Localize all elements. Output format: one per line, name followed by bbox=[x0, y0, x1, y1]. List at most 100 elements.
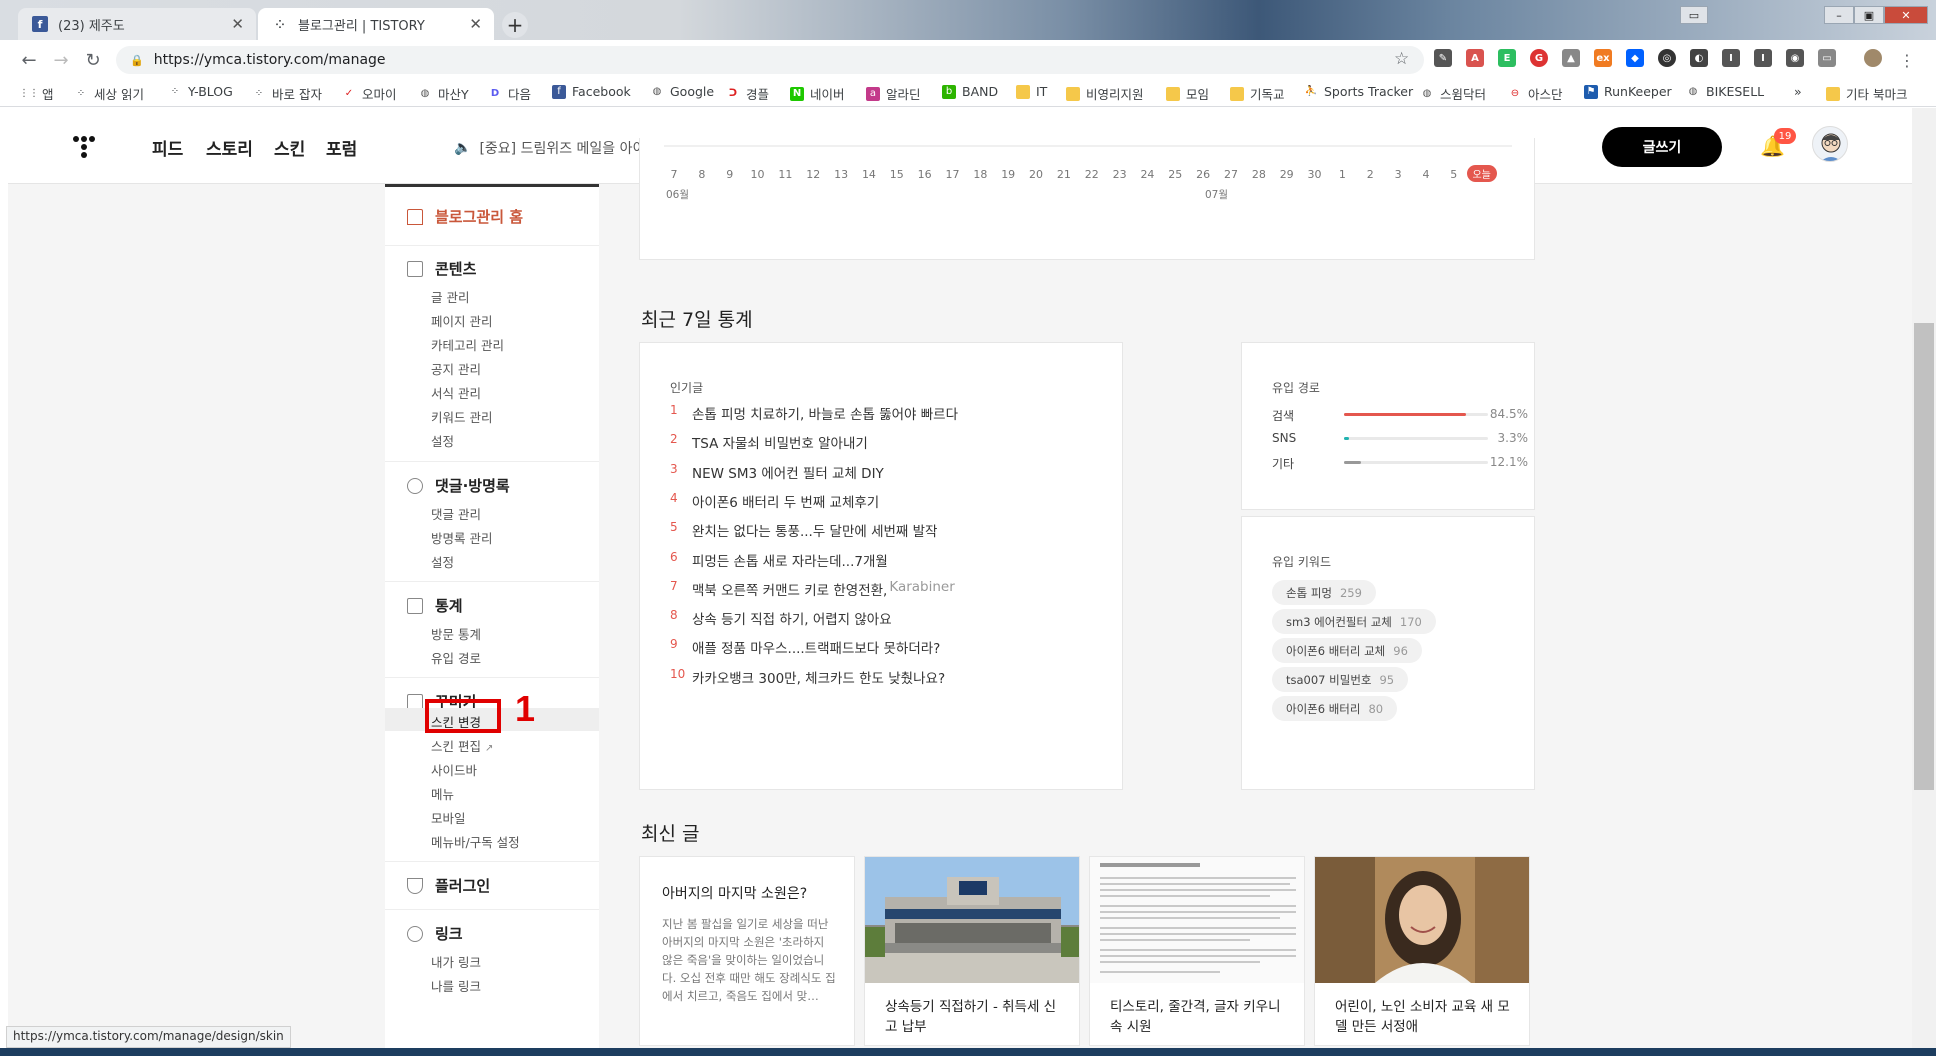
bookmark-item[interactable]: ◍ Google bbox=[650, 84, 714, 99]
close-tab-icon[interactable]: ✕ bbox=[469, 15, 482, 33]
bookmark-folder[interactable]: 기독교 bbox=[1230, 84, 1285, 103]
popular-post-row[interactable]: 4 아이폰6 배터리 두 번째 교체후기 bbox=[670, 491, 879, 511]
forward-icon[interactable]: → bbox=[50, 49, 72, 71]
dropbox-icon[interactable]: ◆ bbox=[1626, 49, 1644, 67]
sidebar-group-stats[interactable]: 통계 bbox=[407, 595, 463, 616]
back-icon[interactable]: ← bbox=[18, 49, 40, 71]
bookmark-item[interactable]: N 네이버 bbox=[790, 84, 845, 103]
keyword-chip[interactable]: 손톱 피멍 259 bbox=[1272, 580, 1376, 605]
sidebar-item-posts[interactable]: 글 관리 bbox=[431, 287, 469, 306]
sidebar-item-templates[interactable]: 서식 관리 bbox=[431, 383, 481, 402]
bookmark-item[interactable]: ᑐ 경플 bbox=[726, 84, 769, 103]
bookmarks-overflow-button[interactable]: » bbox=[1794, 84, 1802, 99]
bookmark-item[interactable]: ⚑ RunKeeper bbox=[1584, 84, 1672, 99]
write-post-button[interactable]: 글쓰기 bbox=[1602, 127, 1722, 167]
extension-icon[interactable]: ▲ bbox=[1562, 49, 1580, 67]
bookmark-item[interactable]: a 알라딘 bbox=[866, 84, 921, 103]
bookmark-folder[interactable]: 비영리지원 bbox=[1066, 84, 1144, 103]
sidebar-group-plugins[interactable]: 플러그인 bbox=[407, 875, 490, 896]
bookmark-item[interactable]: ⁘ Y-BLOG bbox=[168, 84, 233, 99]
popular-post-row[interactable]: 7 맥북 오른쪽 커맨드 키로 한영전환, Karabiner bbox=[670, 579, 955, 599]
sidebar-item-menu[interactable]: 메뉴 bbox=[431, 784, 454, 803]
sidebar-group-links[interactable]: 링크 bbox=[407, 923, 463, 944]
close-window-button[interactable]: ✕ bbox=[1884, 6, 1928, 24]
sidebar-home[interactable]: 블로그관리 홈 bbox=[407, 206, 523, 227]
bookmark-item[interactable]: f Facebook bbox=[552, 84, 631, 99]
url-field[interactable]: 🔒 https://ymca.tistory.com/manage bbox=[116, 46, 1424, 74]
bookmark-item[interactable]: ◍ BIKESELL bbox=[1686, 84, 1765, 99]
popular-post-row[interactable]: 1 손톱 피멍 치료하기, 바늘로 손톱 뚫어야 빠르다 bbox=[670, 403, 958, 423]
popular-post-row[interactable]: 5 완치는 없다는 통풍...두 달만에 세번째 발작 bbox=[670, 520, 937, 540]
bookmark-item[interactable]: ◍ 마산Y bbox=[418, 84, 469, 103]
popular-post-row[interactable]: 3 NEW SM3 에어컨 필터 교체 DIY bbox=[670, 462, 884, 482]
reload-icon[interactable]: ↻ bbox=[82, 49, 104, 71]
bookmark-item[interactable]: ⊖ 아스단 bbox=[1508, 84, 1563, 103]
keyword-chip[interactable]: sm3 에어컨필터 교체 170 bbox=[1272, 609, 1436, 634]
bookmark-folder[interactable]: 모임 bbox=[1166, 84, 1209, 103]
latest-post-card[interactable]: 티스토리, 줄간격, 글자 키우니 속 시원 bbox=[1089, 856, 1305, 1046]
tistory-logo-icon[interactable] bbox=[72, 135, 96, 161]
bookmark-apps[interactable]: ⋮⋮ 앱 bbox=[19, 84, 54, 103]
extension-icon[interactable]: ▭ bbox=[1818, 49, 1836, 67]
sidebar-item-comments[interactable]: 댓글 관리 bbox=[431, 504, 481, 523]
bookmark-folder[interactable]: IT bbox=[1016, 84, 1047, 99]
nav-forum[interactable]: 포럼 bbox=[326, 135, 357, 160]
sidebar-group-contents[interactable]: 콘텐츠 bbox=[407, 258, 476, 279]
menu-dots-icon[interactable]: ⋮ bbox=[1896, 49, 1918, 71]
extension-icon[interactable]: I bbox=[1754, 49, 1772, 67]
latest-post-card[interactable]: 상속등기 직접하기 - 취득세 신고 납부 bbox=[864, 856, 1080, 1046]
sidebar-item-mobile[interactable]: 모바일 bbox=[431, 808, 466, 827]
bookmark-item[interactable]: ⁘ 세상 읽기 bbox=[74, 84, 144, 103]
latest-post-card[interactable]: 어린이, 노인 소비자 교육 새 모델 만든 서정애 bbox=[1314, 856, 1530, 1046]
maximize-button[interactable]: ▣ bbox=[1854, 6, 1884, 24]
popular-post-row[interactable]: 2 TSA 자물쇠 비밀번호 알아내기 bbox=[670, 432, 868, 452]
sidebar-item-pages[interactable]: 페이지 관리 bbox=[431, 311, 492, 330]
extension-icon[interactable]: G bbox=[1530, 49, 1548, 67]
sidebar-item-comment-settings[interactable]: 설정 bbox=[431, 552, 454, 571]
keyword-chip[interactable]: tsa007 비밀번호 95 bbox=[1272, 667, 1409, 692]
sidebar-item-linking-me[interactable]: 나를 링크 bbox=[431, 976, 481, 995]
bookmark-star-icon[interactable]: ☆ bbox=[1394, 49, 1409, 69]
sidebar-item-skin-edit[interactable]: 스킨 편집 ↗ bbox=[431, 736, 493, 755]
sidebar-item-my-links[interactable]: 내가 링크 bbox=[431, 952, 481, 971]
extension-icon[interactable]: ◉ bbox=[1786, 49, 1804, 67]
sidebar-item-menubar[interactable]: 메뉴바/구독 설정 bbox=[431, 832, 520, 851]
bookmark-item[interactable]: b BAND bbox=[942, 84, 998, 99]
popular-post-row[interactable]: 6 피멍든 손톱 새로 자라는데...7개월 bbox=[670, 550, 888, 570]
profile-avatar-icon[interactable] bbox=[1864, 49, 1882, 67]
popular-post-row[interactable]: 8 상속 등기 직접 하기, 어렵지 않아요 bbox=[670, 608, 892, 628]
popular-post-row[interactable]: 10 카카오뱅크 300만, 체크카드 한도 낮췄나요? bbox=[670, 667, 945, 687]
popular-post-row[interactable]: 9 애플 정품 마우스....트랙패드보다 못하더라? bbox=[670, 637, 940, 657]
sidebar-item-content-settings[interactable]: 설정 bbox=[431, 431, 454, 450]
sidebar-item-keywords[interactable]: 키워드 관리 bbox=[431, 407, 492, 426]
extension-icon[interactable]: I bbox=[1722, 49, 1740, 67]
browser-tab-facebook[interactable]: f (23) 제주도 ✕ bbox=[18, 8, 256, 40]
pdf-extension-icon[interactable]: A bbox=[1466, 49, 1484, 67]
sidebar-item-visit-stats[interactable]: 방문 통계 bbox=[431, 624, 481, 643]
bookmark-item[interactable]: ✓ 오마이 bbox=[342, 84, 397, 103]
nav-skin[interactable]: 스킨 bbox=[274, 135, 305, 160]
sidebar-item-categories[interactable]: 카테고리 관리 bbox=[431, 335, 504, 354]
scrollbar-thumb[interactable] bbox=[1914, 323, 1934, 790]
browser-tab-tistory[interactable]: ⁘ 블로그관리 | TISTORY ✕ bbox=[258, 8, 494, 40]
extension-icon[interactable]: ✎ bbox=[1434, 49, 1452, 67]
nav-feed[interactable]: 피드 bbox=[152, 135, 183, 160]
bookmark-item[interactable]: ⛹ Sports Tracker bbox=[1304, 84, 1413, 99]
extension-icon[interactable]: ex bbox=[1594, 49, 1612, 67]
bookmark-item[interactable]: ◍ 스윔닥터 bbox=[1420, 84, 1486, 103]
keyword-chip[interactable]: 아이폰6 배터리 교체 96 bbox=[1272, 638, 1422, 663]
taskbar-thumb-icon[interactable]: ▭ bbox=[1680, 6, 1708, 24]
keyword-chip[interactable]: 아이폰6 배터리 80 bbox=[1272, 696, 1398, 721]
extension-icon[interactable]: ◎ bbox=[1658, 49, 1676, 67]
new-tab-button[interactable]: + bbox=[502, 12, 528, 38]
bookmark-item[interactable]: ⁘ 바로 잡자 bbox=[252, 84, 322, 103]
other-bookmarks-folder[interactable]: 기타 북마크 bbox=[1826, 84, 1907, 103]
evernote-icon[interactable]: E bbox=[1498, 49, 1516, 67]
latest-post-card[interactable]: 아버지의 마지막 소원은? 지난 봄 팔십을 일기로 세상을 떠난 아버지의 마… bbox=[639, 856, 855, 1046]
sidebar-item-inflow[interactable]: 유입 경로 bbox=[431, 648, 481, 667]
bookmark-item[interactable]: D 다음 bbox=[488, 84, 531, 103]
sidebar-item-notices[interactable]: 공지 관리 bbox=[431, 359, 481, 378]
sidebar-item-sidebar[interactable]: 사이드바 bbox=[431, 760, 477, 779]
sidebar-group-comments[interactable]: 댓글·방명록 bbox=[407, 475, 510, 496]
nav-story[interactable]: 스토리 bbox=[206, 135, 253, 160]
